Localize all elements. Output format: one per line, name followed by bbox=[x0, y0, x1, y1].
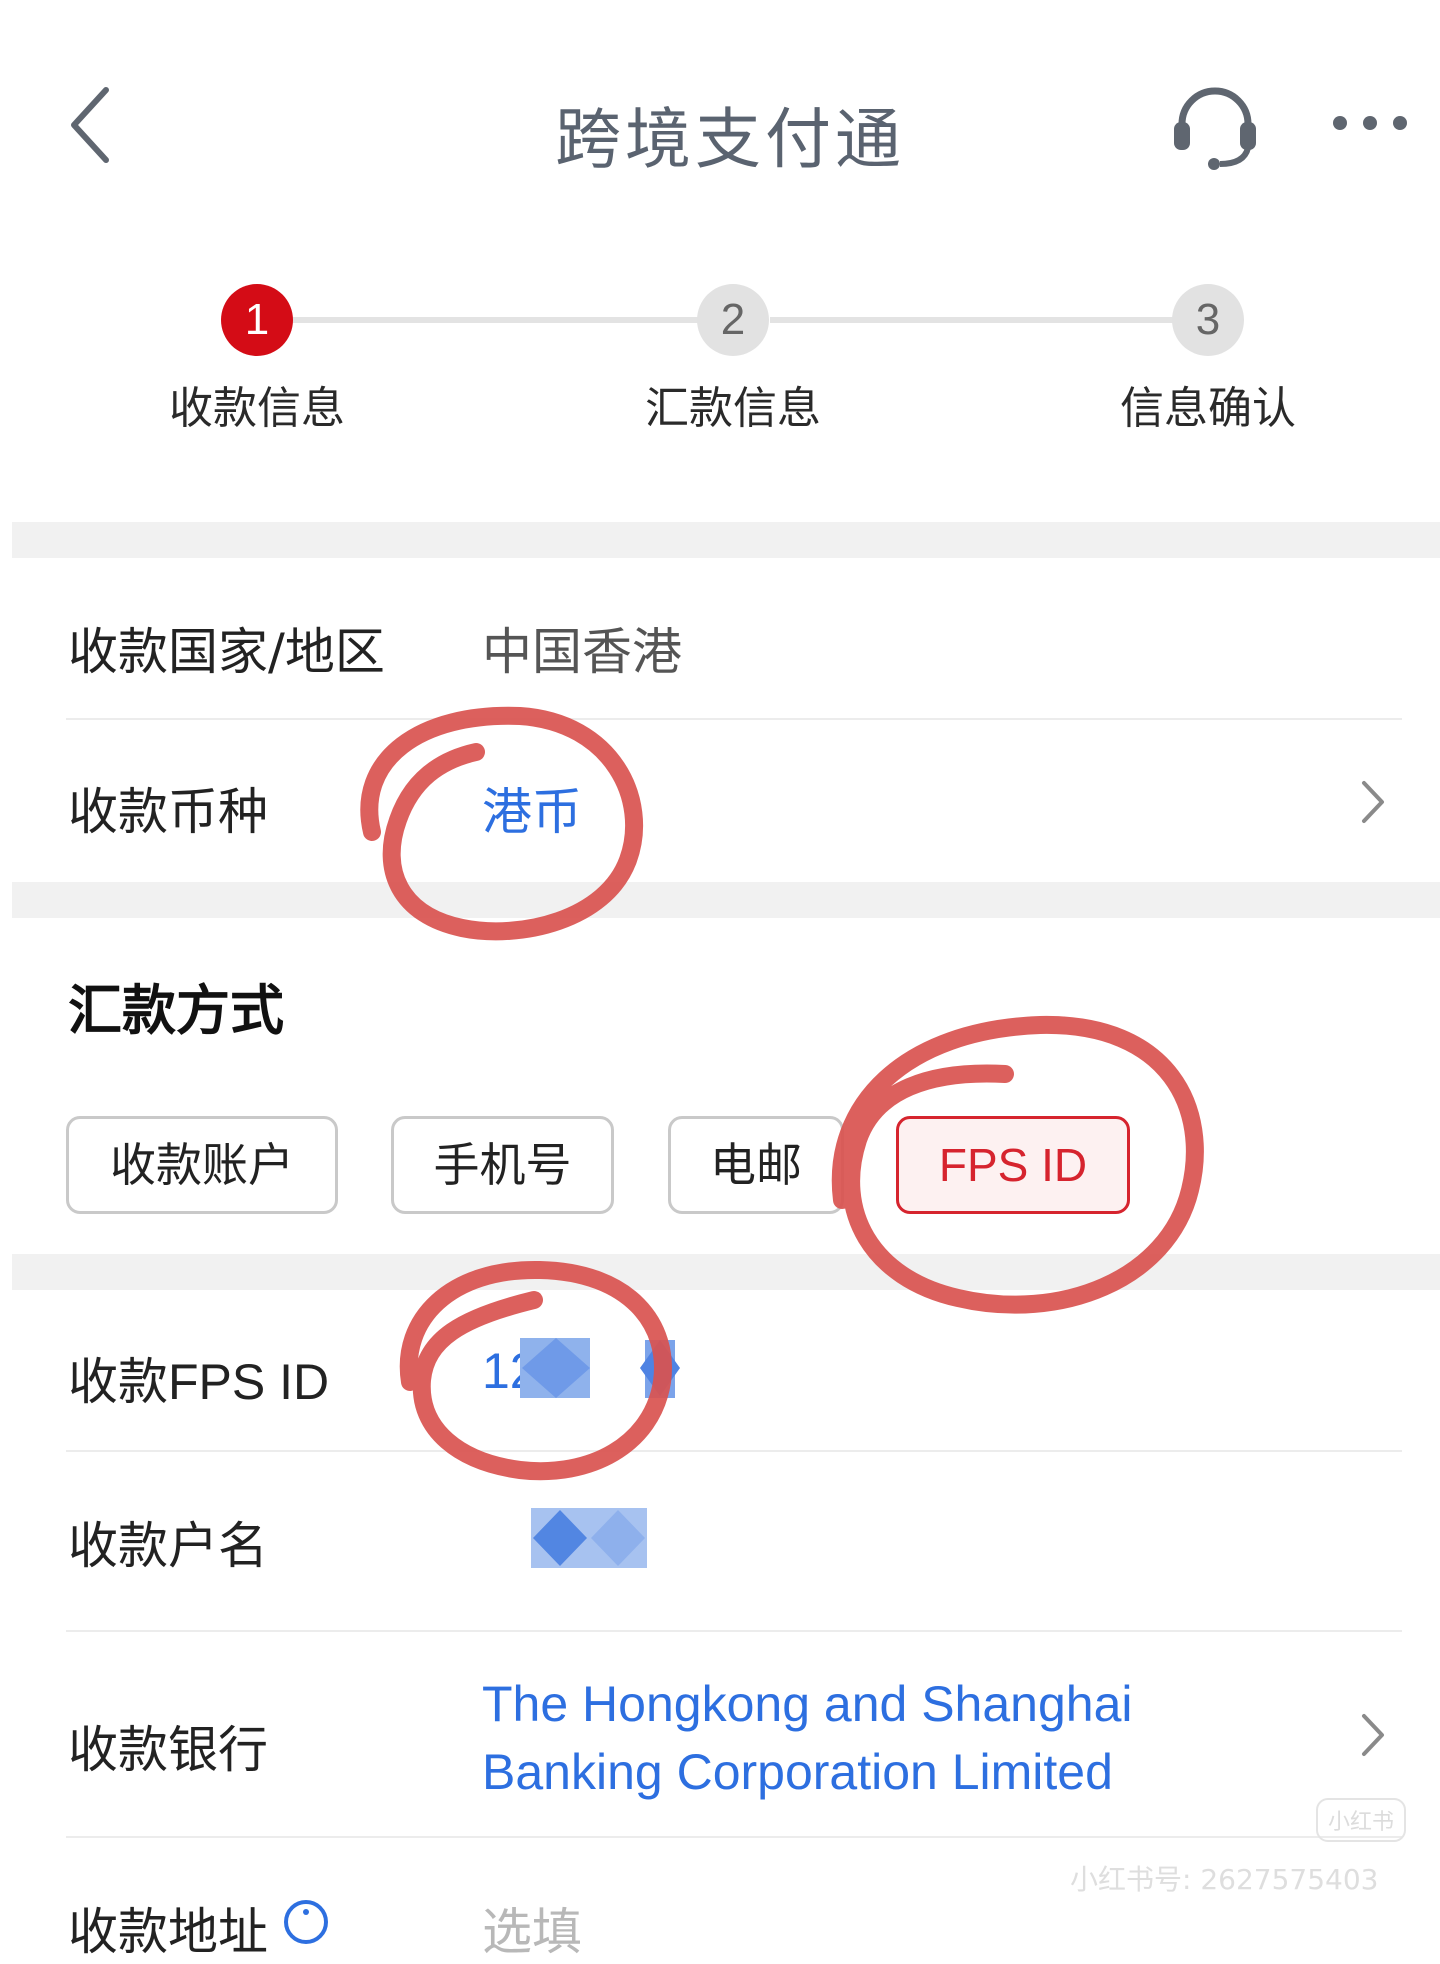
bank-value-line-1: The Hongkong and Shanghai bbox=[482, 1676, 1133, 1732]
row-divider bbox=[66, 1836, 1402, 1838]
currency-label: 收款币种 bbox=[68, 783, 268, 841]
row-divider bbox=[66, 718, 1402, 720]
currency-value[interactable]: 港币 bbox=[482, 772, 582, 844]
section-separator bbox=[12, 522, 1440, 558]
info-icon[interactable] bbox=[282, 1898, 330, 1946]
option-email[interactable]: 电邮 bbox=[668, 1116, 844, 1214]
step-1-indicator: 1 bbox=[221, 284, 293, 356]
watermark-logo: 小红书 bbox=[1316, 1798, 1407, 1842]
step-1-label: 收款信息 bbox=[169, 383, 345, 434]
bank-value[interactable]: The Hongkong and Shanghai Banking Corpor… bbox=[482, 1670, 1133, 1806]
privacy-mosaic bbox=[520, 1338, 680, 1398]
address-label: 收款地址 bbox=[68, 1903, 268, 1961]
row-divider bbox=[66, 1450, 1402, 1452]
country-value: 中国香港 bbox=[482, 623, 682, 681]
section-separator bbox=[12, 1254, 1440, 1290]
step-3-indicator: 3 bbox=[1172, 284, 1244, 356]
more-dots-icon[interactable] bbox=[1330, 108, 1410, 138]
section-separator bbox=[12, 882, 1440, 918]
option-receiving-account[interactable]: 收款账户 bbox=[66, 1116, 338, 1214]
watermark-text: 小红书号: 2627575403 bbox=[1070, 1863, 1379, 1896]
row-divider bbox=[66, 1630, 1402, 1632]
remit-method-title: 汇款方式 bbox=[68, 979, 284, 1042]
step-2-label: 汇款信息 bbox=[645, 383, 821, 434]
currency-chevron-right-icon[interactable] bbox=[1358, 777, 1388, 827]
bank-chevron-right-icon[interactable] bbox=[1358, 1710, 1388, 1760]
step-2-indicator: 2 bbox=[697, 284, 769, 356]
step-connector-1 bbox=[290, 317, 710, 323]
fps-id-label: 收款FPS ID bbox=[68, 1354, 330, 1410]
address-placeholder[interactable]: 选填 bbox=[482, 1892, 582, 1964]
option-fps-id[interactable]: FPS ID bbox=[896, 1116, 1130, 1214]
step-3-label: 信息确认 bbox=[1120, 383, 1296, 434]
account-name-label: 收款户名 bbox=[68, 1517, 268, 1575]
bank-label: 收款银行 bbox=[68, 1721, 268, 1779]
headset-icon[interactable] bbox=[1168, 78, 1262, 172]
bank-value-line-2: Banking Corporation Limited bbox=[482, 1744, 1113, 1800]
option-phone-number[interactable]: 手机号 bbox=[391, 1116, 614, 1214]
step-connector-2 bbox=[770, 317, 1180, 323]
country-label: 收款国家/地区 bbox=[68, 623, 385, 681]
privacy-mosaic bbox=[531, 1508, 647, 1568]
